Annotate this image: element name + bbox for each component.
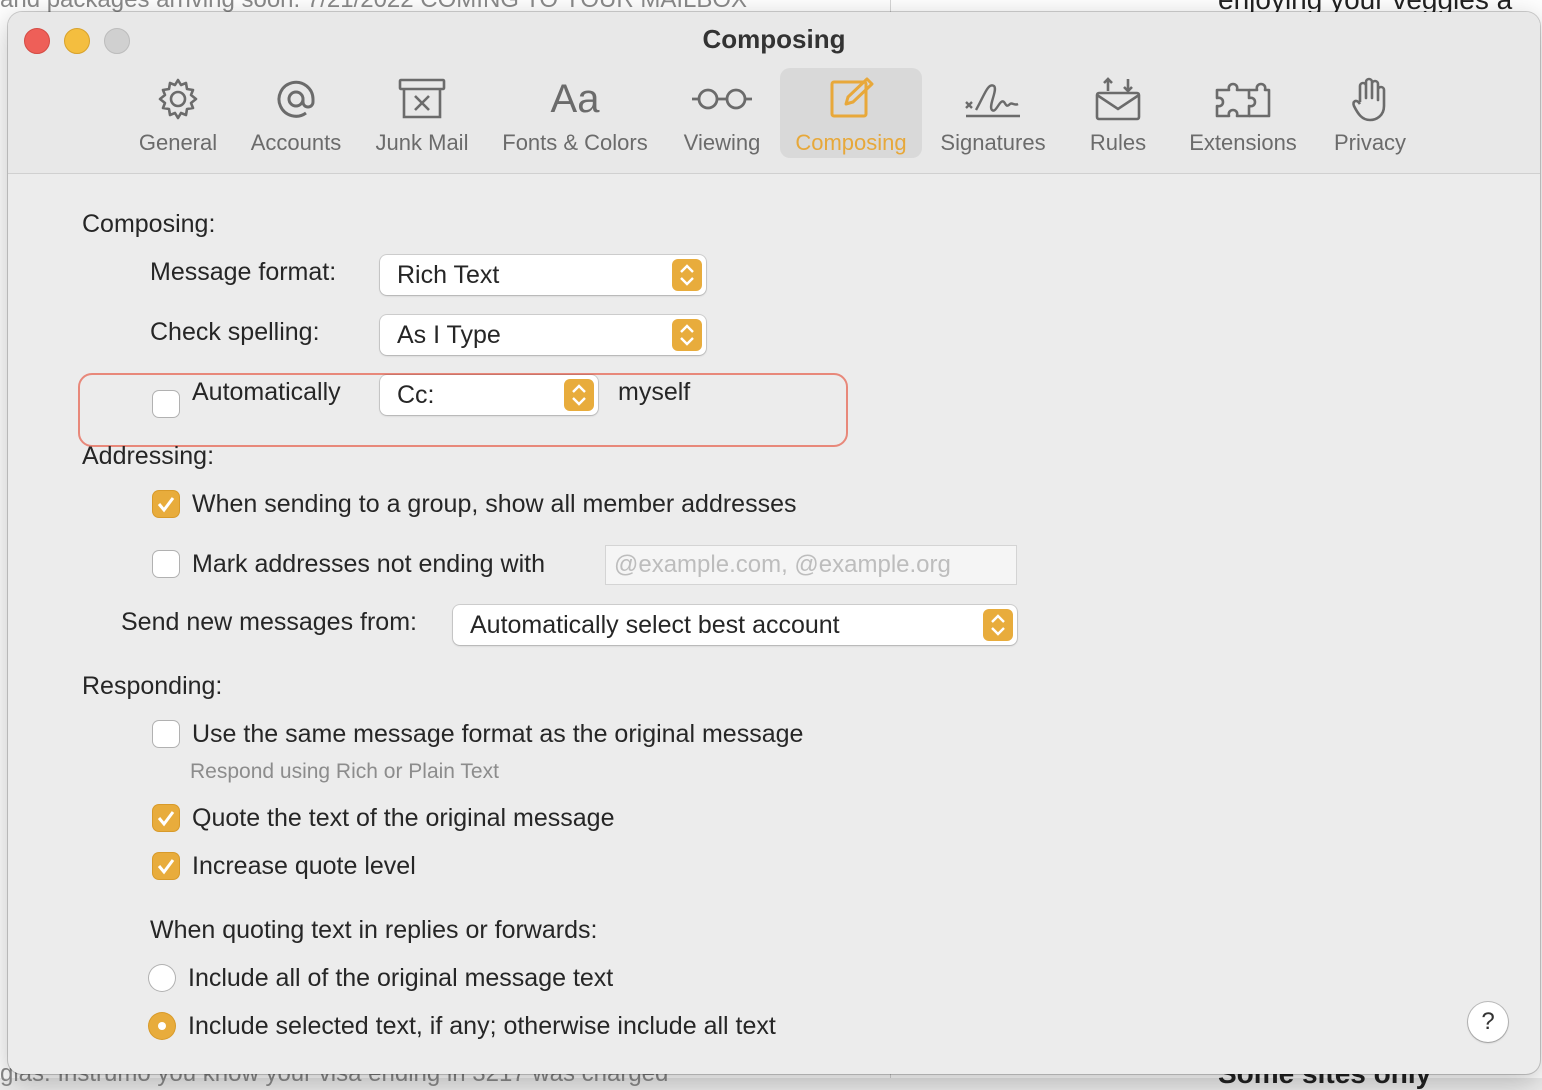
auto-cc-checkbox[interactable] bbox=[153, 391, 179, 417]
tab-general-label: General bbox=[138, 130, 218, 155]
check-spelling-popup[interactable]: As I Type bbox=[380, 315, 706, 355]
titlebar: Composing General Accounts Junk Mail Aa … bbox=[8, 12, 1540, 174]
chevron-updown-icon bbox=[564, 379, 594, 411]
mark-addresses-field[interactable]: @example.com, @example.org bbox=[606, 546, 1016, 584]
tab-composing[interactable]: Composing bbox=[780, 68, 922, 158]
quoting-heading: When quoting text in replies or forwards… bbox=[150, 916, 598, 944]
send-from-popup[interactable]: Automatically select best account bbox=[453, 605, 1017, 645]
send-from-label: Send new messages from: bbox=[121, 608, 417, 636]
fonts-icon: Aa bbox=[550, 77, 600, 121]
addressing-heading: Addressing: bbox=[82, 442, 215, 470]
chevron-updown-icon bbox=[983, 609, 1013, 641]
mark-addresses-checkbox[interactable] bbox=[153, 551, 179, 577]
checkmark-icon bbox=[157, 859, 175, 875]
tab-signatures[interactable]: Signatures bbox=[932, 68, 1054, 158]
puzzle-icon bbox=[1213, 74, 1273, 124]
message-format-value: Rich Text bbox=[397, 261, 500, 289]
mark-addresses-label: Mark addresses not ending with bbox=[192, 550, 545, 578]
tab-rules-label: Rules bbox=[1089, 130, 1147, 155]
mark-addresses-placeholder: @example.com, @example.org bbox=[614, 551, 951, 578]
auto-cc-label: Automatically bbox=[192, 378, 341, 406]
auto-cc-value: Cc: bbox=[397, 381, 435, 409]
tab-extensions-label: Extensions bbox=[1189, 130, 1297, 155]
tab-accounts[interactable]: Accounts bbox=[240, 68, 352, 158]
preferences-window: Composing General Accounts Junk Mail Aa … bbox=[8, 12, 1540, 1074]
increase-quote-label: Increase quote level bbox=[192, 852, 416, 880]
same-format-checkbox[interactable] bbox=[153, 721, 179, 747]
checkmark-icon bbox=[157, 497, 175, 513]
gear-icon bbox=[155, 74, 201, 124]
tab-general[interactable]: General bbox=[130, 68, 226, 158]
show-all-members-checkbox[interactable] bbox=[153, 491, 179, 517]
check-spelling-value: As I Type bbox=[397, 321, 501, 349]
include-all-label: Include all of the original message text bbox=[188, 964, 614, 992]
tab-accounts-label: Accounts bbox=[250, 130, 342, 155]
message-format-popup[interactable]: Rich Text bbox=[380, 255, 706, 295]
junk-bin-icon bbox=[397, 74, 447, 124]
quote-text-checkbox[interactable] bbox=[153, 805, 179, 831]
tab-signatures-label: Signatures bbox=[940, 130, 1046, 155]
tab-composing-label: Composing bbox=[795, 130, 907, 155]
increase-quote-checkbox[interactable] bbox=[153, 853, 179, 879]
send-from-value: Automatically select best account bbox=[470, 611, 840, 639]
responding-heading: Responding: bbox=[82, 672, 223, 700]
tab-privacy[interactable]: Privacy bbox=[1324, 68, 1416, 158]
tab-junk-mail-label: Junk Mail bbox=[375, 130, 469, 155]
check-spelling-label: Check spelling: bbox=[150, 318, 320, 346]
chevron-updown-icon bbox=[672, 259, 702, 291]
glasses-icon bbox=[690, 74, 754, 124]
tab-extensions[interactable]: Extensions bbox=[1180, 68, 1306, 158]
composing-heading: Composing: bbox=[82, 210, 216, 238]
quote-text-label: Quote the text of the original message bbox=[192, 804, 615, 832]
composing-preferences-pane: Composing: Message format: Rich Text Che… bbox=[8, 174, 1540, 1074]
signature-icon bbox=[962, 74, 1024, 124]
message-format-label: Message format: bbox=[150, 258, 337, 286]
auto-cc-popup[interactable]: Cc: bbox=[380, 375, 598, 415]
compose-icon bbox=[828, 74, 874, 124]
help-button[interactable]: ? bbox=[1468, 1002, 1508, 1042]
same-format-label: Use the same message format as the origi… bbox=[192, 720, 804, 748]
tab-rules[interactable]: Rules bbox=[1074, 68, 1162, 158]
tab-privacy-label: Privacy bbox=[1333, 130, 1407, 155]
auto-cc-suffix: myself bbox=[618, 378, 691, 406]
hand-icon bbox=[1350, 74, 1390, 124]
rules-envelope-icon bbox=[1094, 74, 1142, 124]
tab-viewing[interactable]: Viewing bbox=[672, 68, 772, 158]
tab-fonts-colors[interactable]: Aa Fonts & Colors bbox=[492, 68, 658, 158]
preferences-toolbar: General Accounts Junk Mail Aa Fonts & Co… bbox=[8, 68, 1540, 160]
tab-junk-mail[interactable]: Junk Mail bbox=[366, 68, 478, 158]
include-all-radio[interactable] bbox=[149, 965, 175, 991]
include-selected-radio[interactable] bbox=[149, 1013, 175, 1039]
tab-viewing-label: Viewing bbox=[683, 130, 761, 155]
include-selected-label: Include selected text, if any; otherwise… bbox=[188, 1012, 776, 1040]
window-title: Composing bbox=[702, 24, 846, 54]
same-format-hint: Respond using Rich or Plain Text bbox=[190, 760, 499, 783]
chevron-updown-icon bbox=[672, 319, 702, 351]
checkmark-icon bbox=[157, 811, 175, 827]
show-all-members-label: When sending to a group, show all member… bbox=[192, 490, 797, 518]
at-sign-icon bbox=[273, 74, 319, 124]
tab-fonts-colors-label: Fonts & Colors bbox=[502, 130, 648, 155]
